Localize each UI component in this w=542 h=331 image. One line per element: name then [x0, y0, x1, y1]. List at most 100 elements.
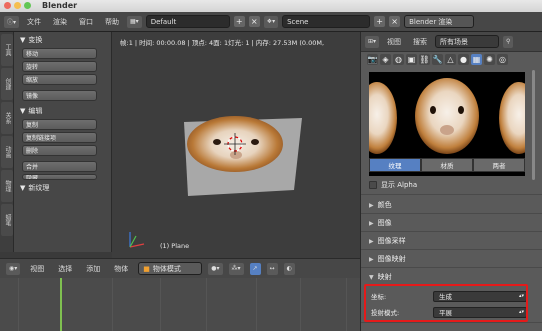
tab-both[interactable]: 两者: [473, 158, 525, 172]
menu-search[interactable]: 搜索: [409, 37, 431, 47]
menu-render[interactable]: 渲染: [49, 17, 71, 27]
scope-select[interactable]: 所有场景: [435, 35, 500, 48]
transform-panel-header[interactable]: ▼ 变换: [14, 34, 111, 46]
panel-image-sampling[interactable]: ▶ 图像采样: [369, 234, 525, 248]
join-button[interactable]: 合并: [22, 161, 97, 172]
transform-title: 变换: [28, 36, 43, 44]
minimize-window-button[interactable]: [14, 2, 21, 9]
guinea-pig-eye-right: [251, 139, 259, 145]
global-icon[interactable]: ◐: [283, 262, 295, 275]
3d-viewport[interactable]: 帧:1 | 时间: 00:00.08 | 顶点: 4面: 1灯光: 1 | 内存…: [112, 32, 360, 258]
duplicate-linked-button[interactable]: 复制链接项: [22, 132, 97, 143]
render-engine-select[interactable]: Blender 渲染: [404, 15, 475, 28]
new-texture-header[interactable]: ▼ 新纹理: [14, 182, 111, 194]
search-icon[interactable]: ⚲: [503, 35, 514, 48]
tab-animation[interactable]: 动画: [1, 136, 13, 168]
panel-mapping[interactable]: ▼ 映射: [369, 270, 525, 284]
divider: [361, 322, 542, 323]
axis-gizmo-icon: [129, 232, 145, 248]
remove-layout-button[interactable]: ×: [248, 16, 260, 27]
menu-select[interactable]: 选择: [54, 264, 76, 274]
physics-tab-icon[interactable]: ◎: [497, 54, 508, 65]
panel-image-mapping[interactable]: ▶ 图像映射: [369, 252, 525, 266]
timeline-gridline: [112, 278, 113, 331]
divider: [361, 194, 542, 195]
properties-icon[interactable]: ⊞▾: [365, 35, 380, 48]
mirror-button[interactable]: 镜像: [22, 90, 97, 101]
timeline-gridline: [300, 278, 301, 331]
collapse-triangle-icon: ▼: [369, 273, 374, 281]
manipulator-icon[interactable]: ↗: [249, 262, 261, 275]
window-controls: [4, 2, 31, 9]
scale-button[interactable]: 缩放: [22, 74, 97, 85]
tab-physics[interactable]: 物理: [1, 170, 13, 202]
panel-image[interactable]: ▶ 图像: [369, 216, 525, 230]
scene-tab-icon[interactable]: ◈: [380, 54, 391, 65]
menu-add[interactable]: 添加: [82, 264, 104, 274]
material-tab-icon[interactable]: ●: [458, 54, 469, 65]
tool-shelf-tabs: 工具 创建 关系 动画 物理 蜡笔: [0, 32, 14, 252]
divider: [361, 267, 542, 268]
particles-tab-icon[interactable]: ✺: [484, 54, 495, 65]
tab-material[interactable]: 材质: [421, 158, 473, 172]
show-alpha-row[interactable]: 显示 Alpha: [369, 178, 525, 192]
add-scene-button[interactable]: +: [374, 16, 386, 27]
menu-help[interactable]: 帮助: [101, 17, 123, 27]
scene-field[interactable]: Scene: [282, 15, 371, 28]
duplicate-button[interactable]: 复制: [22, 119, 97, 130]
delete-button[interactable]: 删除: [22, 145, 97, 156]
divider: [361, 213, 542, 214]
world-tab-icon[interactable]: ◍: [393, 54, 404, 65]
editor-type-icon[interactable]: ◉▾: [6, 262, 21, 275]
edit-title: 编辑: [28, 107, 43, 115]
close-window-button[interactable]: [4, 2, 11, 9]
layout-field[interactable]: Default: [145, 15, 230, 28]
timeline[interactable]: [0, 278, 360, 331]
maximize-window-button[interactable]: [24, 2, 31, 9]
tool-shelf: ▼ 变换 移动 旋转 缩放 镜像 ▼ 编辑 复制 复制链接项 删除 合并 隐藏 …: [14, 32, 119, 252]
hide-button[interactable]: 隐藏: [22, 174, 97, 180]
tab-grease-pencil[interactable]: 蜡笔: [1, 204, 13, 236]
3d-view-header: ◉▾ 视图 选择 添加 物体 ■ 物体模式 ●▾ ⁂▾ ↗ ↔ ◐: [0, 258, 360, 278]
panel-image-sampling-label: 图像采样: [377, 237, 406, 245]
menu-view[interactable]: 视图: [26, 264, 48, 274]
pivot-icon[interactable]: ⁂▾: [228, 262, 244, 275]
rotate-button[interactable]: 旋转: [22, 61, 97, 72]
guinea-pig-preview-image: [369, 78, 525, 154]
translate-icon[interactable]: ↔: [266, 262, 278, 275]
texture-tab-icon[interactable]: ▦: [471, 54, 482, 65]
current-frame-marker[interactable]: [60, 278, 62, 331]
edit-panel-header[interactable]: ▼ 编辑: [14, 105, 111, 117]
shading-icon[interactable]: ●▾: [208, 262, 223, 275]
add-layout-button[interactable]: +: [233, 16, 245, 27]
render-tab-icon[interactable]: 📷: [367, 54, 378, 65]
data-tab-icon[interactable]: △: [445, 54, 456, 65]
panel-colors[interactable]: ▶ 颜色: [369, 198, 525, 212]
remove-scene-button[interactable]: ×: [389, 16, 401, 27]
panel-image-label: 图像: [377, 219, 392, 227]
menu-object[interactable]: 物体: [110, 264, 132, 274]
menu-window[interactable]: 窗口: [75, 17, 97, 27]
tab-texture[interactable]: 纹理: [369, 158, 421, 172]
tab-tools[interactable]: 工具: [1, 34, 13, 66]
info-icon[interactable]: ⓘ▾: [4, 15, 20, 28]
move-button[interactable]: 移动: [22, 48, 97, 59]
object-tab-icon[interactable]: ▣: [406, 54, 417, 65]
scene-icon[interactable]: ❖▾: [263, 15, 279, 28]
menu-file[interactable]: 文件: [23, 17, 45, 27]
constraints-tab-icon[interactable]: ⛓: [419, 54, 430, 65]
tab-relations[interactable]: 关系: [1, 102, 13, 134]
timeline-gridline: [256, 278, 257, 331]
show-alpha-checkbox[interactable]: [369, 181, 377, 189]
window-title: Blender: [42, 1, 78, 10]
layout-icon[interactable]: ▦▾: [127, 15, 142, 28]
modifiers-tab-icon[interactable]: 🔧: [432, 54, 443, 65]
expand-triangle-icon: ▶: [369, 201, 374, 209]
timeline-gridline: [346, 278, 347, 331]
panel-image-mapping-label: 图像映射: [377, 255, 406, 263]
tab-create[interactable]: 创建: [1, 68, 13, 100]
properties-scrollbar[interactable]: [532, 70, 535, 180]
menu-view[interactable]: 视图: [383, 37, 405, 47]
expand-triangle-icon: ▶: [369, 255, 374, 263]
mode-select[interactable]: ■ 物体模式: [138, 262, 203, 275]
